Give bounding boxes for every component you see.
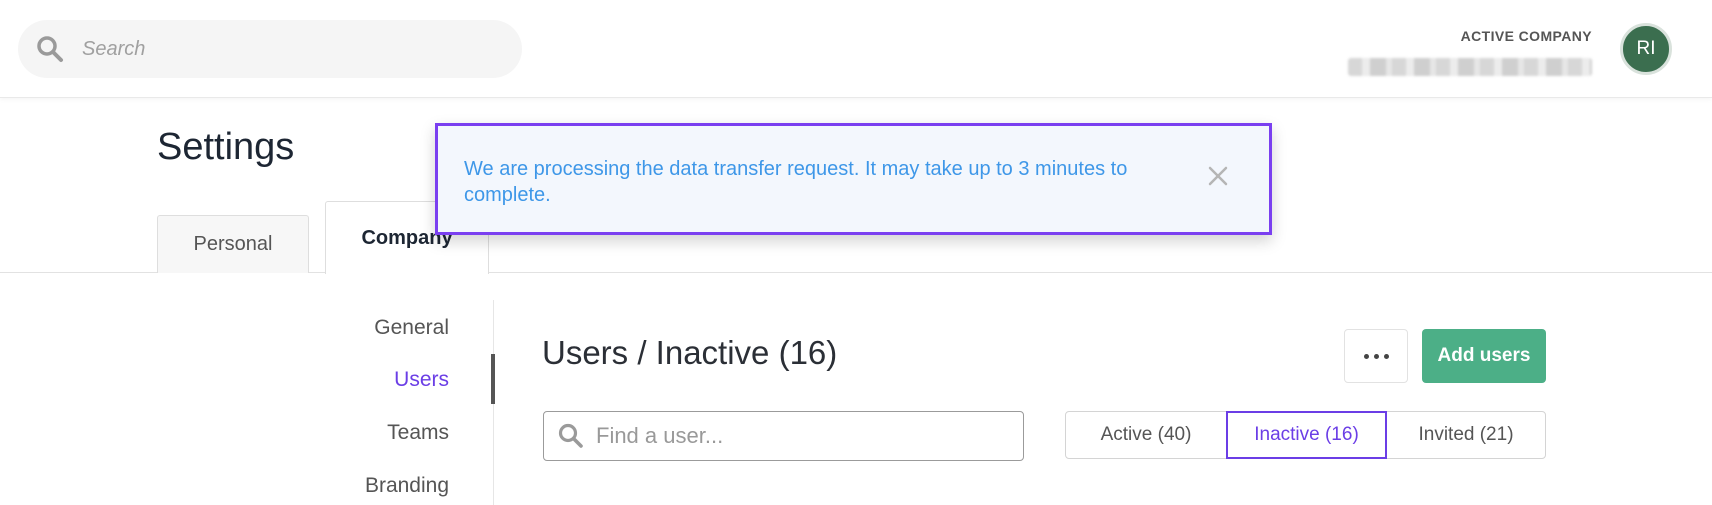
tab-personal[interactable]: Personal — [157, 215, 309, 273]
active-company-label: ACTIVE COMPANY — [1460, 28, 1592, 44]
search-icon — [37, 36, 63, 62]
more-dot — [1383, 353, 1389, 359]
global-search-input[interactable] — [82, 37, 462, 61]
sidebar-active-indicator — [491, 354, 495, 404]
find-user-input[interactable] — [596, 423, 1016, 449]
close-icon[interactable] — [1207, 165, 1229, 187]
active-company-name-redacted — [1348, 58, 1592, 76]
sidebar-item-general[interactable]: General — [374, 316, 449, 340]
top-bar: ACTIVE COMPANY RI — [0, 0, 1712, 98]
settings-sidebar: General Users Teams Branding — [300, 300, 495, 505]
sidebar-item-users[interactable]: Users — [394, 368, 449, 392]
add-users-button[interactable]: Add users — [1422, 329, 1546, 383]
notification-toast: We are processing the data transfer requ… — [435, 123, 1272, 235]
users-section-title: Users / Inactive (16) — [542, 334, 838, 371]
search-icon — [558, 423, 583, 448]
filter-inactive[interactable]: Inactive (16) — [1226, 411, 1387, 459]
global-search[interactable] — [18, 20, 522, 78]
more-options-button[interactable] — [1344, 329, 1408, 383]
sidebar-item-teams[interactable]: Teams — [387, 421, 449, 445]
active-company[interactable]: ACTIVE COMPANY — [1348, 28, 1592, 76]
sidebar-item-branding[interactable]: Branding — [365, 474, 449, 498]
more-dot — [1373, 353, 1379, 359]
filter-invited[interactable]: Invited (21) — [1386, 411, 1546, 459]
filter-active[interactable]: Active (40) — [1065, 411, 1227, 459]
toast-message: We are processing the data transfer requ… — [464, 158, 1128, 206]
more-horizontal-icon — [1363, 353, 1369, 359]
user-status-filter: Active (40) Inactive (16) Invited (21) — [1065, 411, 1546, 459]
avatar[interactable]: RI — [1620, 23, 1672, 75]
find-user-search[interactable] — [543, 411, 1024, 461]
page-title: Settings — [157, 126, 295, 168]
